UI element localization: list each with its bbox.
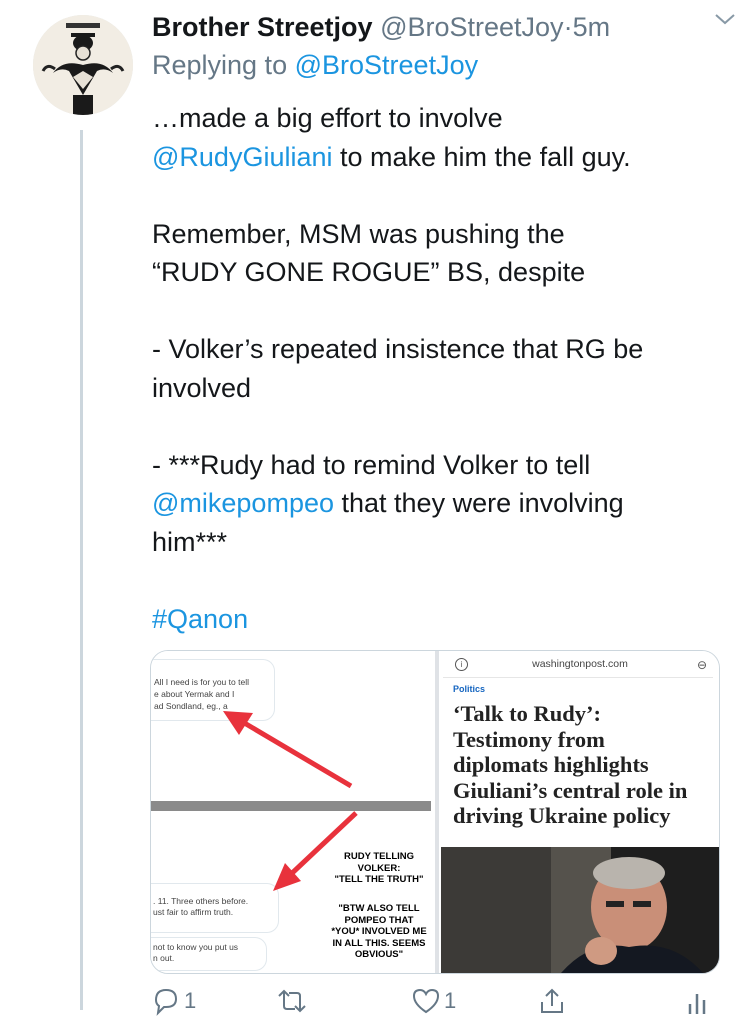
like-icon <box>412 988 440 1014</box>
timestamp[interactable]: 5m <box>573 12 611 42</box>
url-bar: i washingtonpost.com ⊖ <box>449 655 711 677</box>
share-button[interactable] <box>536 986 570 1018</box>
author-name[interactable]: Brother Streetjoy <box>152 12 373 42</box>
avatar[interactable] <box>33 15 133 115</box>
headline-line: driving Ukraine policy <box>453 803 671 829</box>
link-icon: ⊖ <box>696 658 707 672</box>
body-line: #Qanon <box>152 600 732 639</box>
reply-count: 1 <box>184 988 197 1013</box>
body-line: - ***Rudy had to remind Volker to tell <box>152 449 591 480</box>
red-arrows <box>223 711 358 891</box>
photo-image <box>441 847 719 973</box>
mention-rudygiuliani[interactable]: @RudyGiuliani <box>152 142 332 172</box>
body-line: @RudyGiuliani to make him the fall guy. <box>152 138 732 177</box>
url-divider <box>443 677 713 678</box>
pane-divider <box>435 651 439 973</box>
analytics-button[interactable] <box>682 986 714 1018</box>
article-pane: i washingtonpost.com ⊖ Politics ‘Talk to… <box>435 651 719 973</box>
body-line: him*** <box>152 526 228 557</box>
thread-line <box>80 130 83 1010</box>
screenshot-left-pane: All I need is for you to tell e about Ye… <box>151 651 431 973</box>
retweet-icon <box>278 989 306 1013</box>
tweet-actions: 1 1 <box>150 986 720 1018</box>
replying-to: Replying to @BroStreetJoy <box>152 50 478 81</box>
body-line: …made a big effort to involve <box>152 103 503 133</box>
reply-button[interactable]: 1 <box>150 986 196 1018</box>
headline-line: ‘Talk to Rudy’: <box>453 701 601 726</box>
replying-prefix: Replying to <box>152 50 288 80</box>
like-button[interactable]: 1 <box>410 986 456 1018</box>
headline-line: diplomats highlights <box>453 752 649 778</box>
headline-line: Giuliani’s central role in <box>453 777 688 803</box>
tweet-body: …made a big effort to involve @RudyGiuli… <box>152 99 732 638</box>
body-line: @mikepompeo that they were involving <box>152 484 732 523</box>
tweet-header: Brother Streetjoy @BroStreetJoy·5m <box>152 12 730 48</box>
body-text: to make him the fall guy. <box>332 141 631 172</box>
retweet-button[interactable] <box>276 986 310 1018</box>
body-line: involved <box>152 372 252 403</box>
article-url: washingtonpost.com <box>532 658 628 670</box>
body-line: - Volker’s repeated insistence that RG b… <box>152 334 644 364</box>
hashtag-qanon[interactable]: #Qanon <box>152 604 248 634</box>
body-line: “RUDY GONE ROGUE” BS, despite <box>152 257 586 287</box>
share-icon <box>541 988 563 1013</box>
separator-dot: · <box>563 12 573 42</box>
tweet-media-image[interactable]: All I need is for you to tell e about Ye… <box>150 650 720 974</box>
headline-line: Testimony from <box>453 726 605 752</box>
body-line: Remember, MSM was pushing the <box>152 218 565 249</box>
analytics-icon <box>688 994 706 1014</box>
replying-handle-link[interactable]: @BroStreetJoy <box>295 50 478 80</box>
article-photo <box>441 847 719 973</box>
article-section: Politics <box>453 684 486 694</box>
chevron-down-icon[interactable] <box>714 12 736 26</box>
author-handle[interactable]: @BroStreetJoy <box>380 12 563 42</box>
article-headline: ‘Talk to Rudy’: Testimony from diplomats… <box>453 701 715 829</box>
avatar-image <box>33 15 133 115</box>
body-text: that they were involving <box>334 488 624 518</box>
reply-icon <box>154 988 178 1016</box>
like-count: 1 <box>444 988 457 1013</box>
mention-mikepompeo[interactable]: @mikepompeo <box>152 488 334 518</box>
